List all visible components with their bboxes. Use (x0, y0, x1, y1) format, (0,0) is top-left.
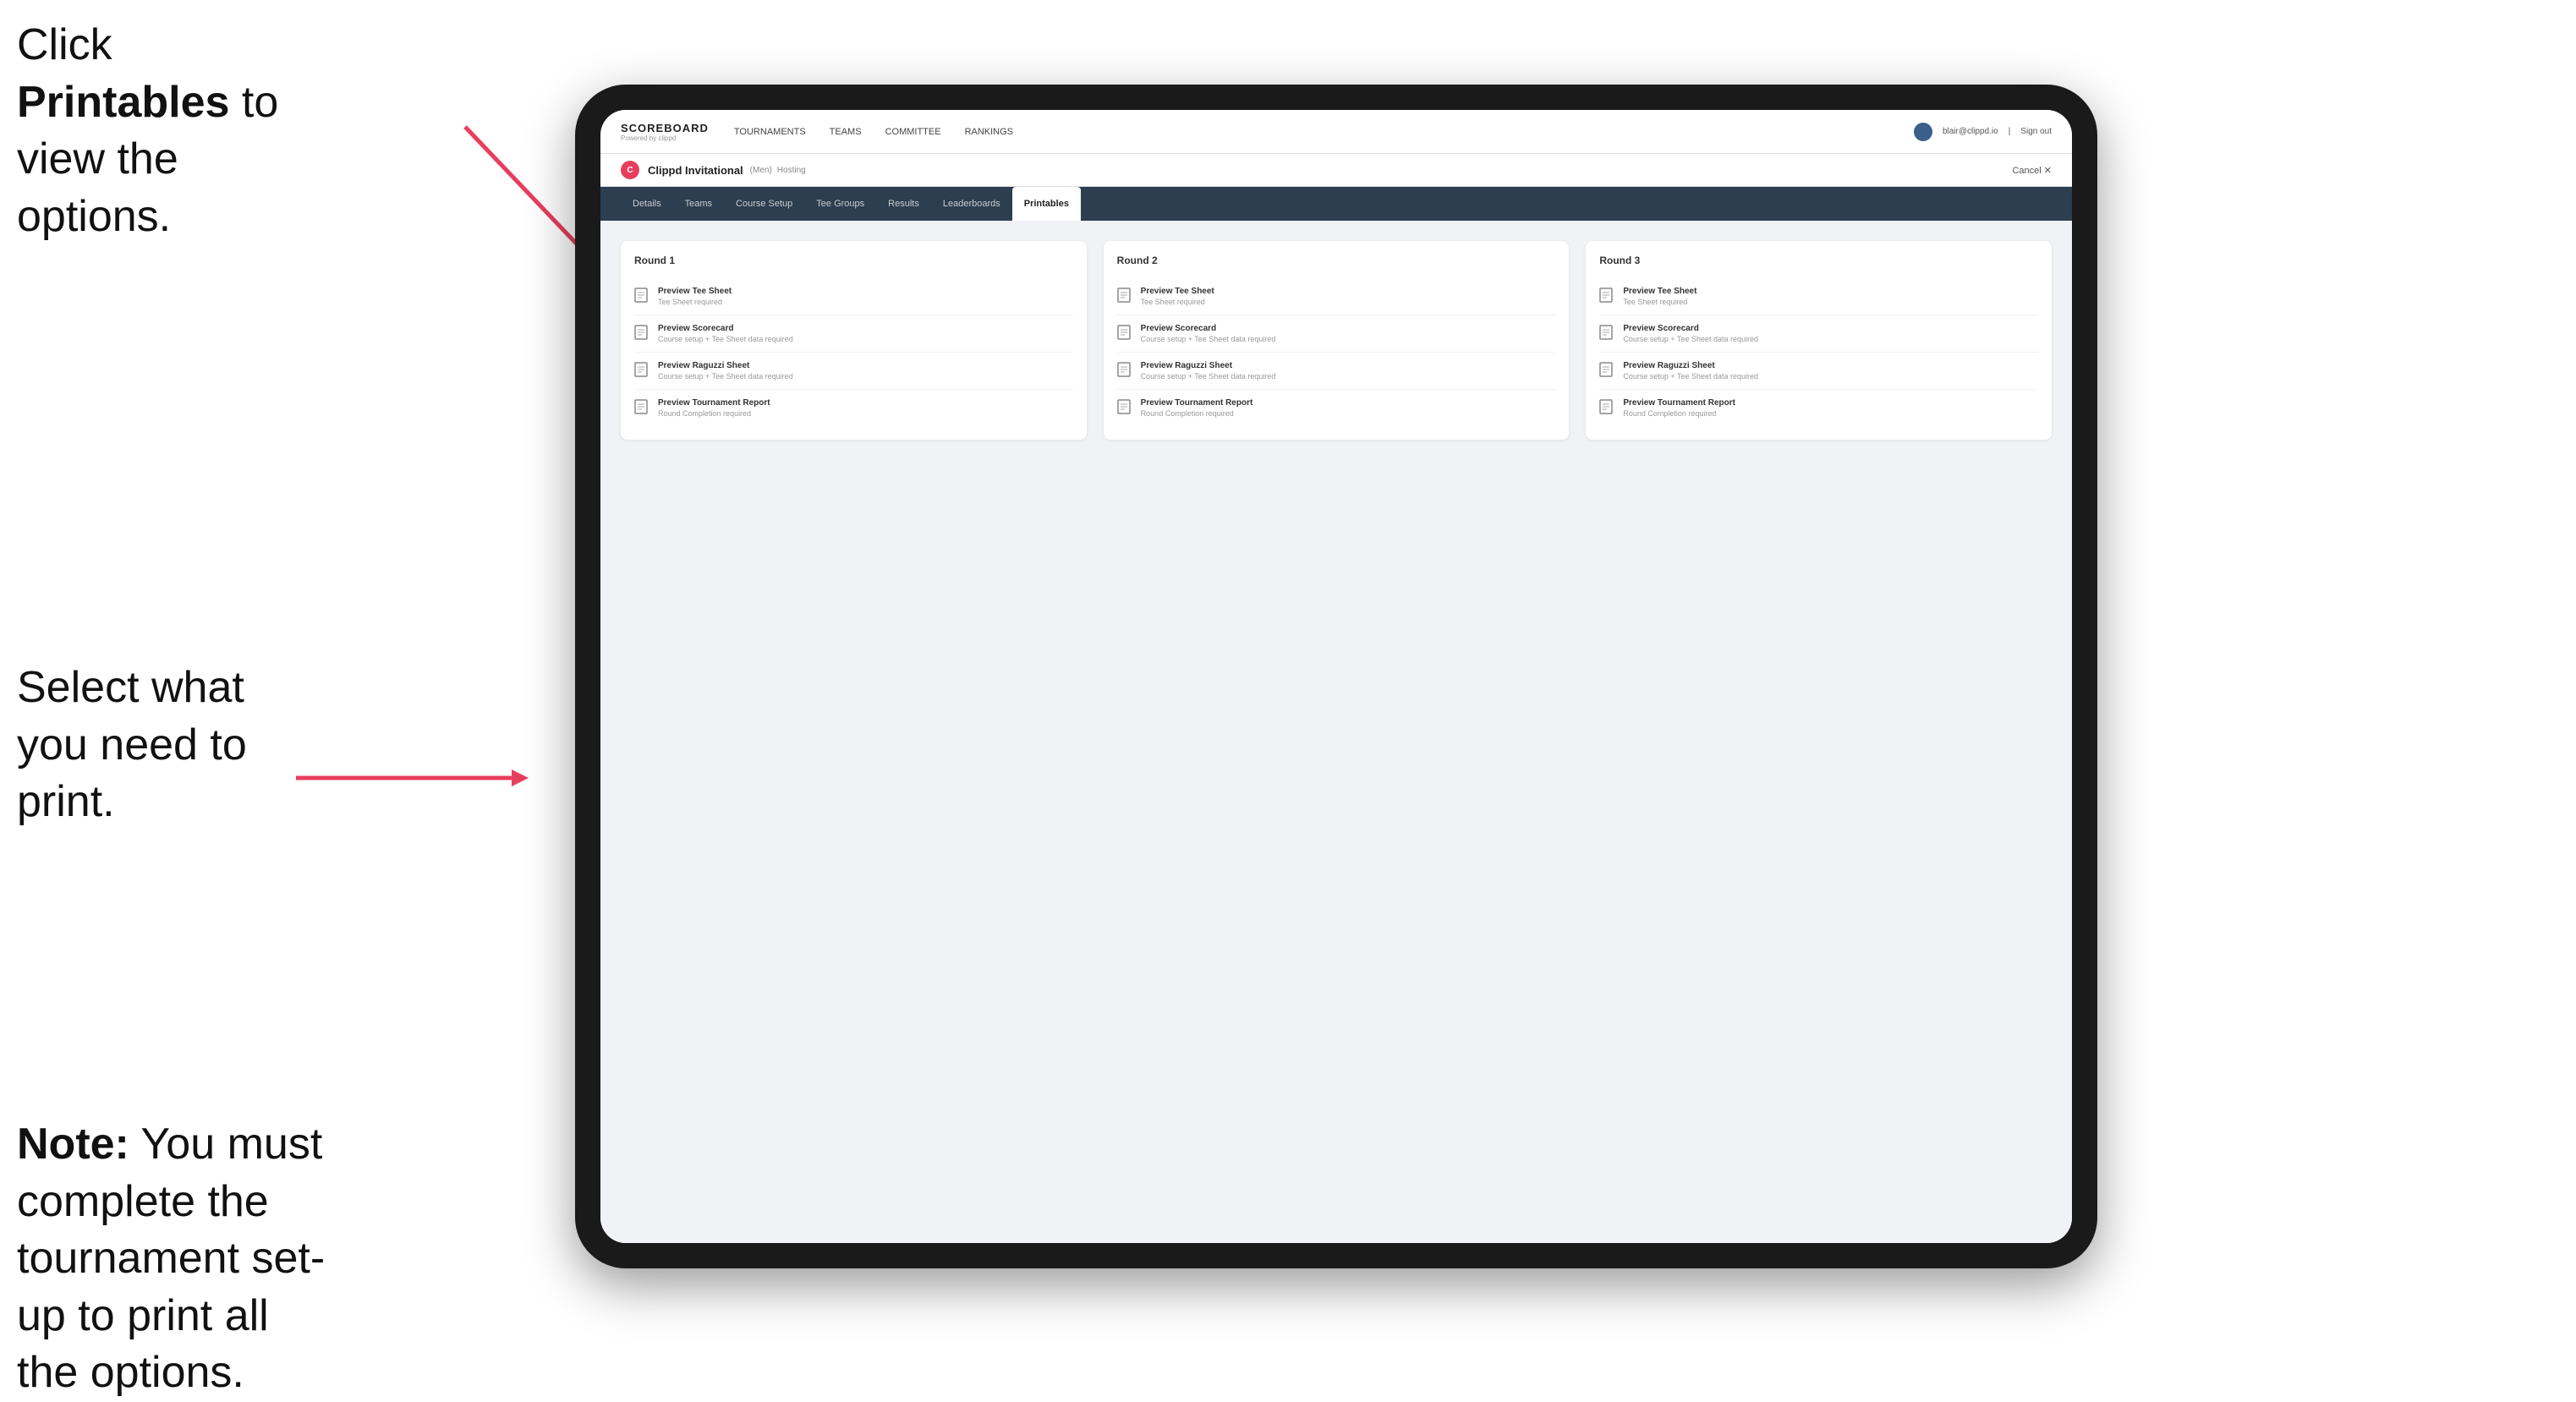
nav-rankings[interactable]: RANKINGS (965, 123, 1013, 140)
tee-sheet-icon-r2 (1117, 288, 1132, 304)
round-1-raguzzi[interactable]: Preview Raguzzi Sheet Course setup + Tee… (634, 353, 1073, 390)
tab-bar: Details Teams Course Setup Tee Groups Re… (600, 187, 2072, 221)
scorecard-icon-r3 (1599, 325, 1614, 342)
tab-leaderboards[interactable]: Leaderboards (931, 187, 1012, 221)
tournament-name: Clippd Invitational (648, 164, 743, 177)
round-1-tournament-report-title: Preview Tournament Report (658, 398, 770, 408)
logo-sub: Powered by clippd (621, 134, 709, 142)
user-avatar (1914, 123, 1932, 141)
tablet-screen: SCOREBOARD Powered by clippd TOURNAMENTS… (600, 110, 2072, 1243)
round-1-raguzzi-subtitle: Course setup + Tee Sheet data required (658, 372, 793, 381)
round-1-tournament-report-subtitle: Round Completion required (658, 409, 770, 418)
top-nav-links: TOURNAMENTS TEAMS COMMITTEE RANKINGS (734, 123, 1914, 140)
user-email: blair@clippd.io (1943, 127, 1998, 136)
sub-header: C Clippd Invitational (Men) Hosting Canc… (600, 154, 2072, 187)
round-2-scorecard[interactable]: Preview Scorecard Course setup + Tee She… (1117, 315, 1556, 353)
sign-out-link[interactable]: Sign out (2020, 127, 2052, 136)
logo-area: SCOREBOARD Powered by clippd (621, 122, 709, 142)
tab-printables[interactable]: Printables (1012, 187, 1081, 221)
round-1-tee-sheet-text: Preview Tee Sheet Tee Sheet required (658, 287, 732, 306)
tab-course-setup[interactable]: Course Setup (724, 187, 804, 221)
raguzzi-icon-r3 (1599, 362, 1614, 379)
annotation-middle: Select what you need to print. (17, 660, 321, 831)
round-3-title: Round 3 (1599, 255, 2038, 266)
top-nav: SCOREBOARD Powered by clippd TOURNAMENTS… (600, 110, 2072, 154)
round-1-tee-sheet[interactable]: Preview Tee Sheet Tee Sheet required (634, 278, 1073, 315)
annotation-bold-note: Note: (17, 1120, 129, 1169)
round-2-raguzzi[interactable]: Preview Raguzzi Sheet Course setup + Tee… (1117, 353, 1556, 390)
tournament-report-icon (634, 399, 649, 416)
cancel-button[interactable]: Cancel ✕ (2012, 165, 2052, 176)
main-content: Round 1 Preview Tee Sheet (600, 221, 2072, 1243)
tournament-status: Hosting (777, 166, 806, 175)
nav-teams[interactable]: TEAMS (830, 123, 862, 140)
round-1-raguzzi-title: Preview Raguzzi Sheet (658, 361, 793, 370)
annotation-bold-printables: Printables (17, 78, 229, 127)
scorecard-icon (634, 325, 649, 342)
round-1-scorecard-subtitle: Course setup + Tee Sheet data required (658, 335, 793, 343)
round-1-scorecard-text: Preview Scorecard Course setup + Tee She… (658, 324, 793, 343)
round-1-title: Round 1 (634, 255, 1073, 266)
round-3-column: Round 3 Preview Tee Sheet Tee Sheet requ… (1586, 241, 2052, 440)
top-nav-right: blair@clippd.io | Sign out (1914, 123, 2052, 141)
round-1-tee-sheet-title: Preview Tee Sheet (658, 287, 732, 296)
tab-results[interactable]: Results (876, 187, 931, 221)
rounds-container: Round 1 Preview Tee Sheet (621, 241, 2052, 440)
scorecard-icon-r2 (1117, 325, 1132, 342)
tee-sheet-icon-r3 (1599, 288, 1614, 304)
logo-title: SCOREBOARD (621, 122, 709, 134)
round-3-tournament-report[interactable]: Preview Tournament Report Round Completi… (1599, 390, 2038, 426)
round-3-tee-sheet[interactable]: Preview Tee Sheet Tee Sheet required (1599, 278, 2038, 315)
tab-teams[interactable]: Teams (673, 187, 724, 221)
round-2-tournament-report[interactable]: Preview Tournament Report Round Completi… (1117, 390, 1556, 426)
round-3-raguzzi[interactable]: Preview Raguzzi Sheet Course setup + Tee… (1599, 353, 2038, 390)
nav-committee[interactable]: COMMITTEE (885, 123, 941, 140)
round-1-tournament-report[interactable]: Preview Tournament Report Round Completi… (634, 390, 1073, 426)
nav-tournaments[interactable]: TOURNAMENTS (734, 123, 806, 140)
round-1-raguzzi-text: Preview Raguzzi Sheet Course setup + Tee… (658, 361, 793, 381)
round-2-tee-sheet[interactable]: Preview Tee Sheet Tee Sheet required (1117, 278, 1556, 315)
tee-sheet-icon (634, 288, 649, 304)
round-1-column: Round 1 Preview Tee Sheet (621, 241, 1087, 440)
round-2-column: Round 2 Preview Tee Sheet Tee Sheet requ… (1104, 241, 1570, 440)
round-1-tee-sheet-subtitle: Tee Sheet required (658, 298, 732, 306)
round-1-scorecard-title: Preview Scorecard (658, 324, 793, 333)
tournament-logo: C (621, 161, 639, 179)
round-1-tournament-report-text: Preview Tournament Report Round Completi… (658, 398, 770, 418)
tab-details[interactable]: Details (621, 187, 673, 221)
tournament-badge: (Men) (750, 166, 772, 175)
annotation-bottom: Note: You must complete the tournament s… (17, 1116, 338, 1402)
arrow-middle (288, 736, 558, 820)
raguzzi-icon-r2 (1117, 362, 1132, 379)
separator: | (2009, 127, 2011, 136)
round-1-scorecard[interactable]: Preview Scorecard Course setup + Tee She… (634, 315, 1073, 353)
round-2-title: Round 2 (1117, 255, 1556, 266)
raguzzi-icon (634, 362, 649, 379)
tab-tee-groups[interactable]: Tee Groups (804, 187, 876, 221)
tournament-report-icon-r3 (1599, 399, 1614, 416)
tournament-report-icon-r2 (1117, 399, 1132, 416)
round-3-scorecard[interactable]: Preview Scorecard Course setup + Tee She… (1599, 315, 2038, 353)
tablet-device: SCOREBOARD Powered by clippd TOURNAMENTS… (575, 85, 2097, 1268)
